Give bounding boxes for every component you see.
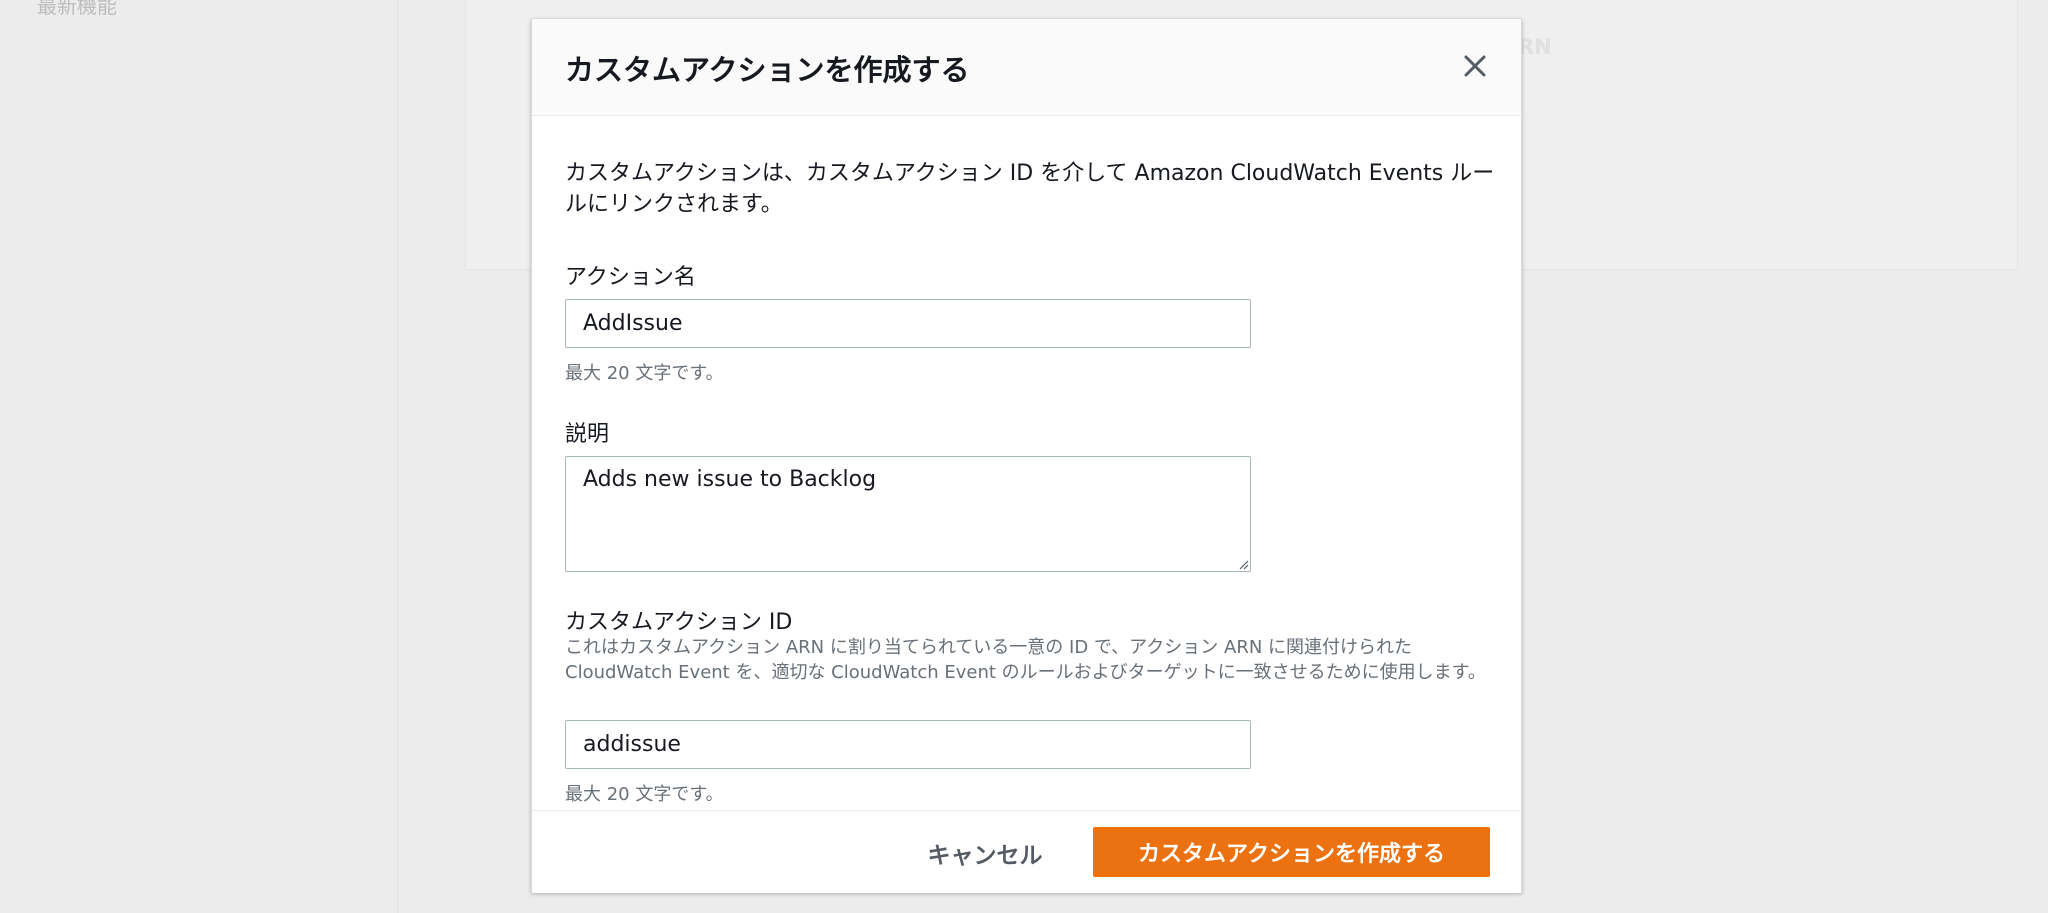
description-field-wrapper: Adds new issue to Backlog (565, 456, 1251, 572)
dialog-footer: キャンセル カスタムアクションを作成する (532, 810, 1521, 893)
create-custom-action-dialog: カスタムアクションを作成する カスタムアクションは、カスタムアクション ID を… (531, 18, 1522, 893)
custom-action-id-description: これはカスタムアクション ARN に割り当てられている一意の ID で、アクショ… (565, 637, 1486, 683)
action-name-input[interactable] (565, 299, 1251, 348)
description-label: 説明 (565, 422, 610, 447)
create-custom-action-button[interactable]: カスタムアクションを作成する (1093, 827, 1490, 877)
cancel-button[interactable]: キャンセル (900, 829, 1070, 877)
resize-grip-icon[interactable] (1237, 558, 1249, 570)
action-name-hint: 最大 20 文字です。 (565, 363, 724, 384)
custom-action-id-hint: 最大 20 文字です。 (565, 784, 724, 805)
close-button[interactable] (1455, 46, 1495, 86)
dialog-intro-text: カスタムアクションは、カスタムアクション ID を介して Amazon Clou… (565, 161, 1495, 217)
sidebar-background: 最新機能 (0, 0, 398, 913)
custom-action-id-input[interactable] (565, 720, 1251, 769)
custom-action-id-label: カスタムアクション ID (565, 610, 793, 635)
action-name-label: アクション名 (565, 265, 696, 290)
background-panel-text: RN (1518, 35, 1552, 59)
dialog-title: カスタムアクションを作成する (565, 53, 970, 87)
description-textarea[interactable]: Adds new issue to Backlog (565, 456, 1251, 572)
dialog-header: カスタムアクションを作成する (532, 19, 1521, 116)
sidebar-item-latest-features: 最新機能 (37, 0, 117, 18)
close-icon (1464, 55, 1486, 77)
